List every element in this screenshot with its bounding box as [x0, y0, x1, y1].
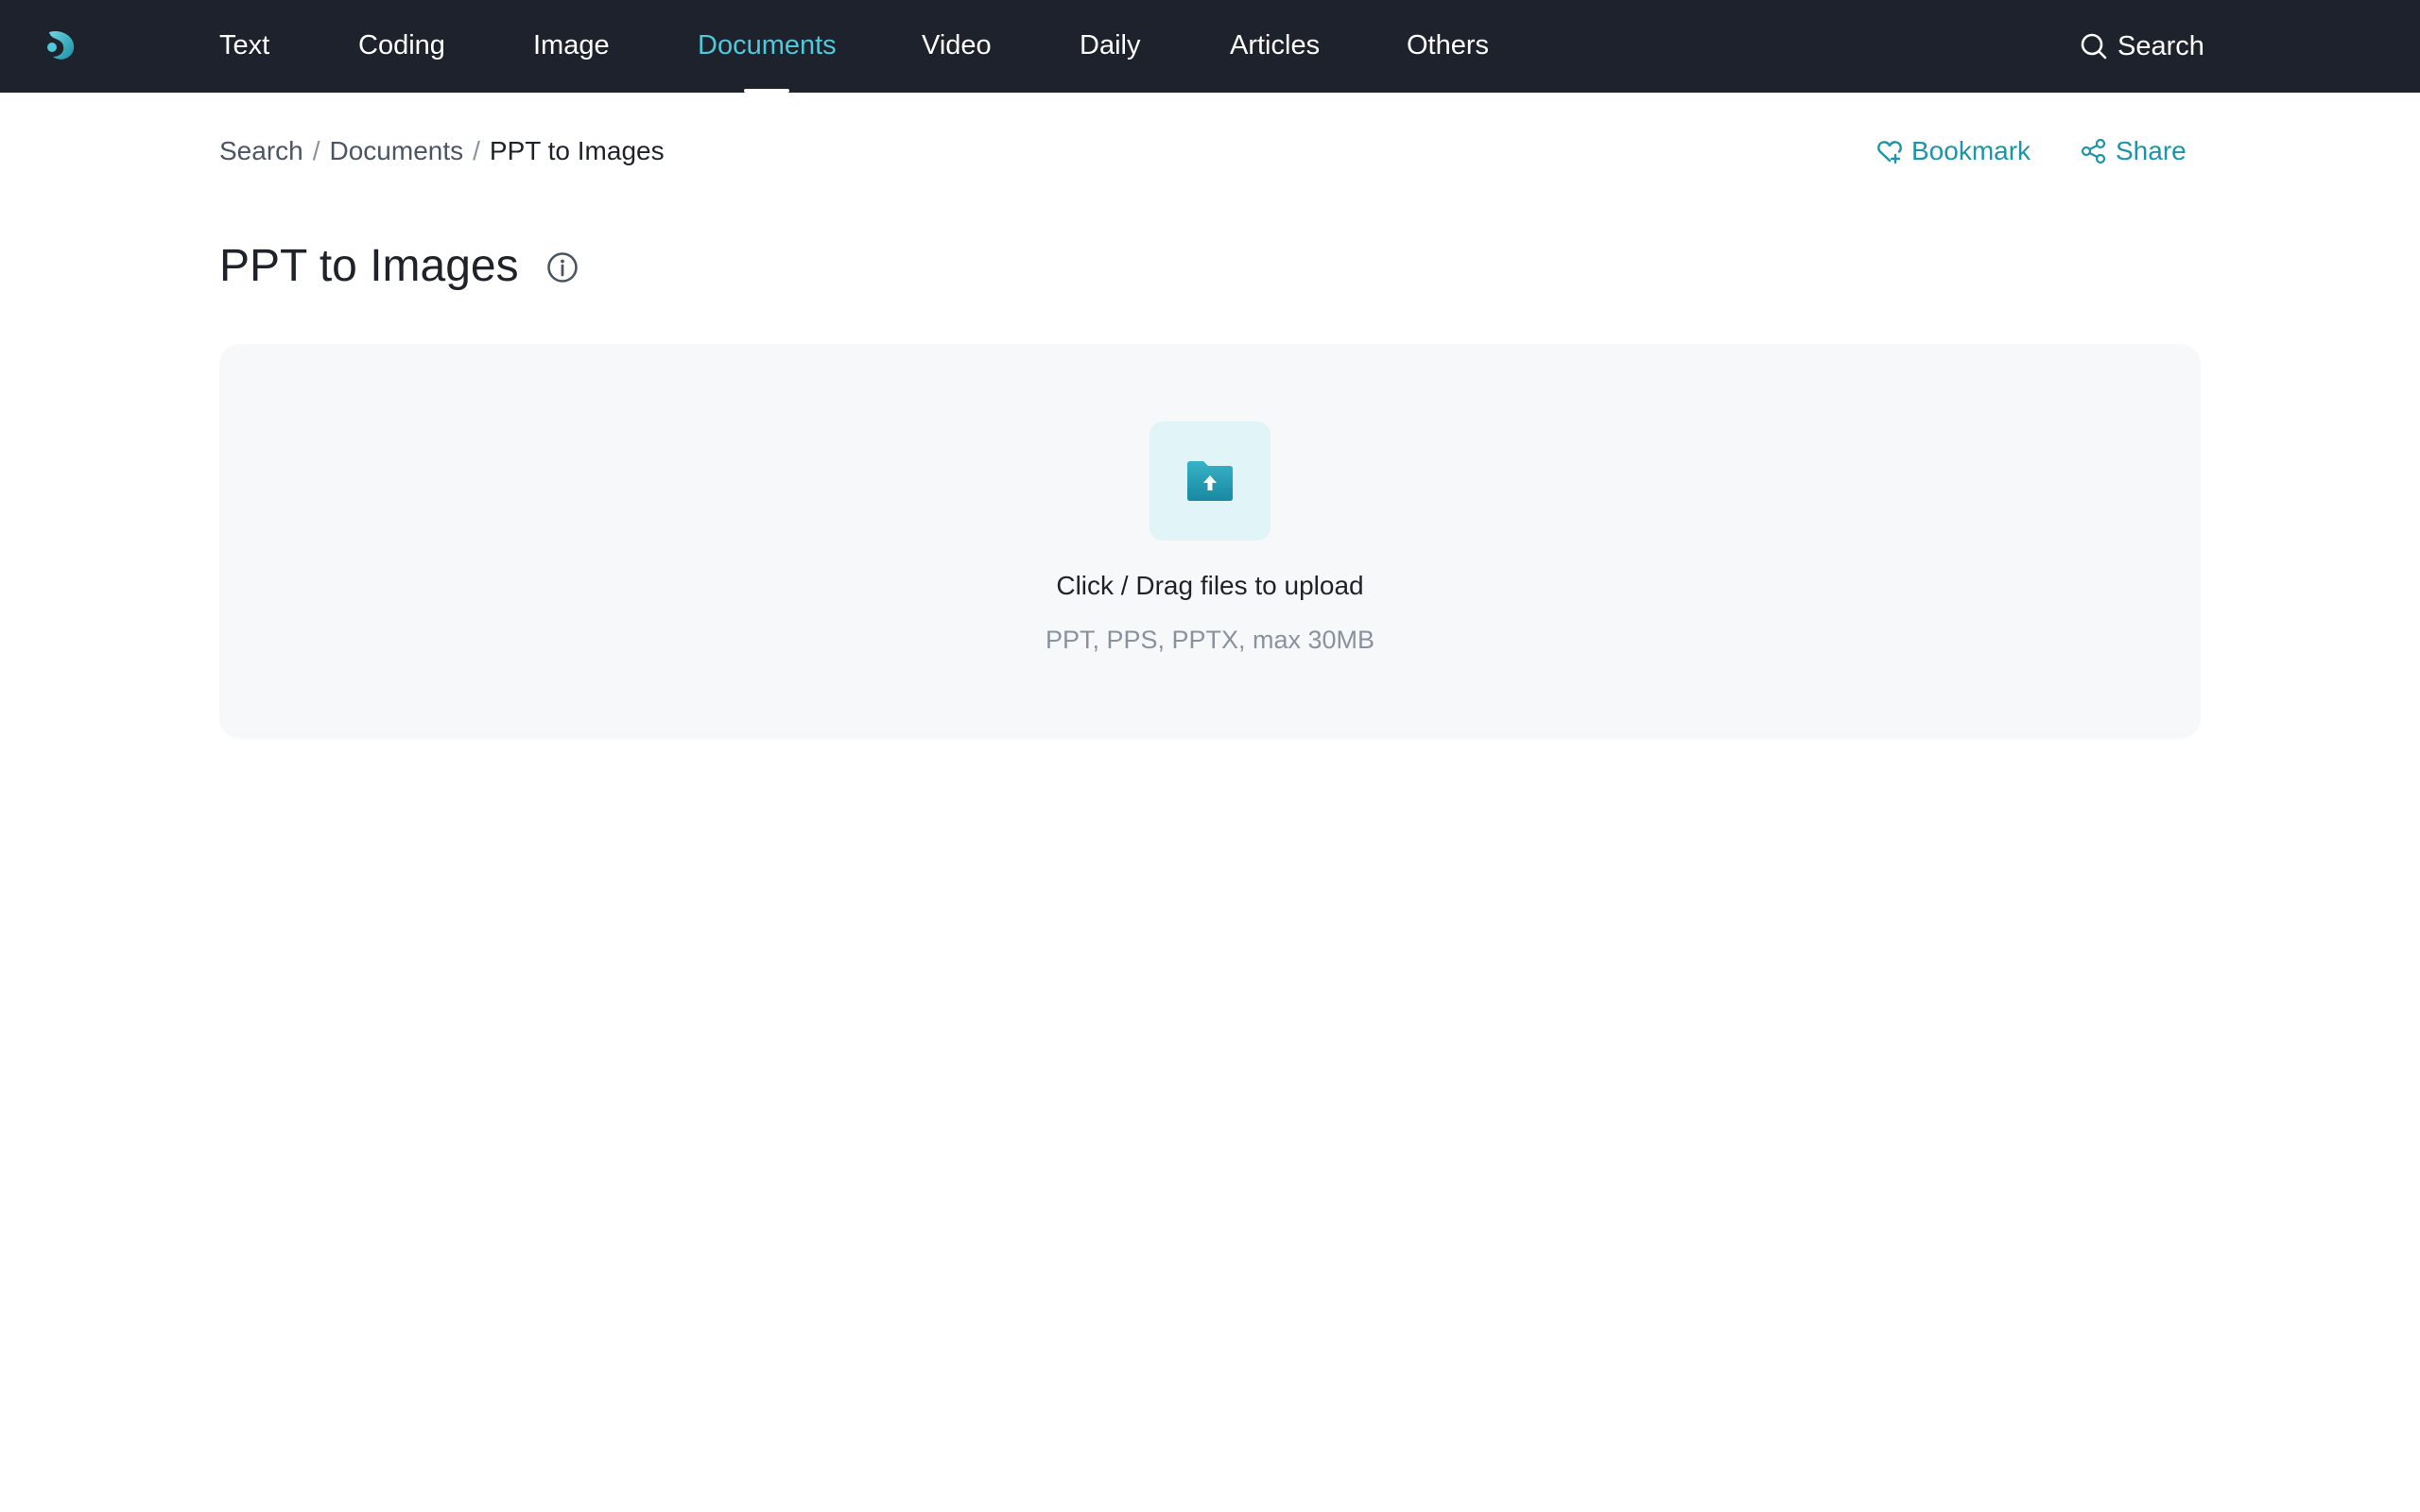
nav-item-text[interactable]: Text	[219, 0, 269, 93]
bookmark-button[interactable]: Bookmark	[1876, 132, 2031, 170]
breadcrumb-documents[interactable]: Documents	[330, 136, 464, 166]
nav-item-coding[interactable]: Coding	[358, 0, 445, 93]
upload-icon-box	[1150, 421, 1270, 541]
nav-item-documents[interactable]: Documents	[698, 0, 837, 93]
active-tab-indicator	[744, 89, 790, 93]
nav-item-documents-label: Documents	[698, 30, 837, 60]
share-button[interactable]: Share	[2080, 132, 2187, 170]
breadcrumb-search[interactable]: Search	[219, 136, 303, 166]
breadcrumb: Search / Documents / PPT to Images	[219, 132, 665, 170]
upload-instruction: Click / Drag files to upload	[1056, 571, 1364, 600]
breadcrumb-separator: /	[312, 136, 320, 165]
top-nav-bar: Text Coding Image Documents Video Daily …	[0, 0, 2420, 93]
nav-item-daily[interactable]: Daily	[1080, 0, 1140, 93]
nav-item-articles[interactable]: Articles	[1230, 0, 1320, 93]
upload-file-types: PPT, PPS, PPTX, max 30MB	[1045, 626, 1375, 654]
share-label: Share	[2116, 136, 2187, 165]
nav-item-image[interactable]: Image	[533, 0, 610, 93]
logo-icon[interactable]	[43, 28, 79, 62]
nav-item-video[interactable]: Video	[922, 0, 992, 93]
bookmark-label: Bookmark	[1911, 136, 2031, 165]
upload-dropzone[interactable]: Click / Drag files to upload PPT, PPS, P…	[219, 344, 2201, 739]
breadcrumb-current: PPT to Images	[489, 136, 665, 165]
breadcrumb-separator: /	[473, 136, 480, 165]
bookmark-icon	[1877, 141, 1902, 164]
nav-search-label: Search	[2118, 30, 2204, 61]
share-icon	[2081, 138, 2106, 164]
info-icon[interactable]	[546, 251, 579, 284]
nav-item-others[interactable]: Others	[1407, 0, 1489, 93]
search-icon	[2081, 33, 2107, 60]
folder-upload-icon	[1187, 461, 1233, 501]
nav-search-button[interactable]: Search	[2080, 0, 2204, 93]
page-title: PPT to Images	[219, 241, 519, 291]
